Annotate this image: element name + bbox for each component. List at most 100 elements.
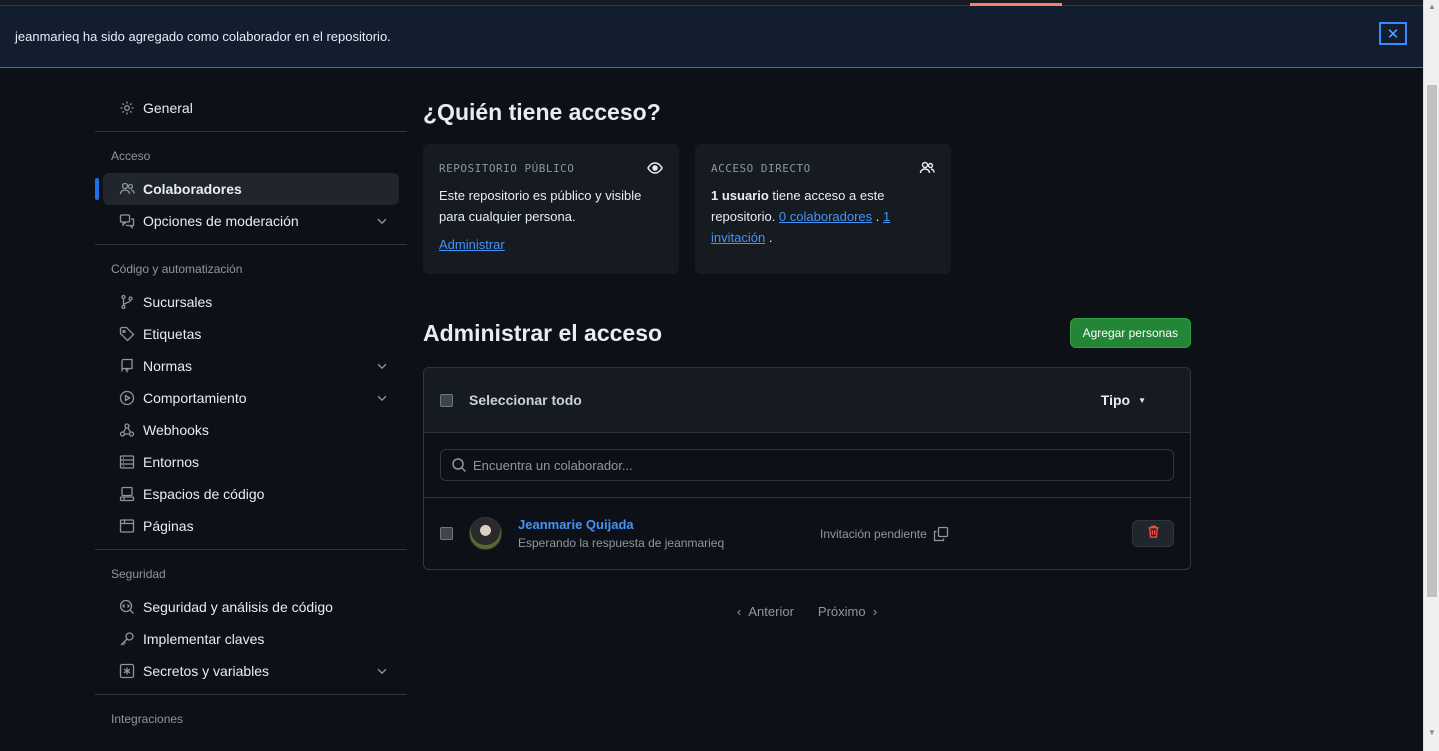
sidebar-divider	[95, 549, 407, 550]
people-icon	[919, 160, 935, 181]
sidebar-item-label: Entornos	[143, 454, 200, 470]
comment-discussion-icon	[119, 213, 135, 229]
gear-icon	[119, 100, 135, 116]
invitation-status-label: Invitación pendiente	[820, 526, 927, 541]
flash-banner: jeanmarieq ha sido agregado como colabor…	[0, 6, 1423, 68]
user-name-link[interactable]: Jeanmarie Quijada	[518, 517, 724, 532]
select-all-checkbox[interactable]	[440, 393, 453, 407]
asterisk-icon	[119, 663, 135, 679]
git-branch-icon	[119, 294, 135, 310]
copy-icon[interactable]	[933, 526, 949, 542]
sidebar-divider	[95, 694, 407, 695]
previous-page-button[interactable]: ‹ Anterior	[737, 604, 794, 619]
page-scrollbar[interactable]: ▲ ▼	[1423, 0, 1439, 751]
key-icon	[119, 631, 135, 647]
main-content: ¿Quién tiene acceso? REPOSITORIO PÚBLICO…	[423, 92, 1191, 619]
next-label: Próximo	[817, 604, 866, 619]
table-row: Jeanmarie Quijada Esperando la respuesta…	[424, 498, 1190, 569]
chevron-down-icon	[375, 664, 389, 681]
sidebar-item-moderacion[interactable]: Opciones de moderación	[103, 205, 399, 237]
collaborators-box: Seleccionar todo Tipo ▼ Jeanmarie Quijad…	[423, 367, 1191, 570]
avatar	[469, 517, 502, 550]
sidebar-divider	[95, 131, 407, 132]
sidebar-item-label: Espacios de código	[143, 486, 265, 502]
sidebar-item-label: Webhooks	[143, 422, 209, 438]
section-heading-acceso: Acceso	[111, 149, 151, 163]
search-row	[424, 433, 1190, 498]
remove-button[interactable]	[1132, 520, 1174, 547]
sidebar-item-webhooks[interactable]: Webhooks	[103, 414, 399, 446]
card-label: REPOSITORIO PÚBLICO	[439, 162, 575, 175]
server-icon	[119, 454, 135, 470]
add-people-button[interactable]: Agregar personas	[1069, 318, 1191, 348]
sidebar-item-label: Seguridad y análisis de código	[143, 599, 333, 615]
sidebar-item-seguridad-analisis[interactable]: Seguridad y análisis de código	[103, 591, 399, 623]
page-title: ¿Quién tiene acceso?	[423, 98, 661, 125]
manage-title: Administrar el acceso	[423, 319, 663, 346]
browser-icon	[119, 518, 135, 534]
sidebar-item-colaboradores[interactable]: Colaboradores	[95, 173, 399, 205]
sidebar-item-etiquetas[interactable]: Etiquetas	[103, 318, 399, 350]
pagination: ‹ Anterior Próximo ›	[423, 604, 1191, 619]
sidebar-item-label: Normas	[143, 358, 193, 374]
codespaces-icon	[119, 486, 135, 502]
sidebar-item-comportamiento[interactable]: Comportamiento	[103, 382, 399, 414]
scroll-down-icon[interactable]: ▼	[1428, 728, 1436, 737]
close-icon[interactable]: ✕	[1379, 22, 1407, 45]
webhook-icon	[119, 422, 135, 438]
type-filter-dropdown[interactable]: Tipo ▼	[1101, 392, 1146, 408]
sidebar-divider	[95, 244, 407, 245]
people-icon	[119, 181, 135, 197]
separator: .	[872, 209, 883, 224]
direct-access-card: ACCESO DIRECTO 1 usuario tiene acceso a …	[695, 144, 951, 274]
box-header: Seleccionar todo Tipo ▼	[424, 368, 1190, 433]
tag-icon	[119, 326, 135, 342]
search-field[interactable]	[440, 449, 1174, 481]
sidebar-item-label: Sucursales	[143, 294, 213, 310]
user-info: Jeanmarie Quijada Esperando la respuesta…	[518, 517, 724, 550]
access-cards: REPOSITORIO PÚBLICO Este repositorio es …	[423, 144, 1191, 274]
settings-sidebar: General Acceso Colaboradores Opciones de…	[95, 92, 407, 736]
card-text: Este repositorio es público y visible pa…	[439, 188, 642, 224]
chevron-down-icon	[375, 391, 389, 408]
sidebar-item-entornos[interactable]: Entornos	[103, 446, 399, 478]
chevron-down-icon	[375, 214, 389, 231]
sidebar-item-label: Implementar claves	[143, 631, 265, 647]
sidebar-item-sucursales[interactable]: Sucursales	[103, 286, 399, 318]
public-repo-card: REPOSITORIO PÚBLICO Este repositorio es …	[423, 144, 679, 274]
sidebar-item-label: Etiquetas	[143, 326, 202, 342]
search-input[interactable]	[473, 457, 1163, 473]
scroll-thumb[interactable]	[1427, 85, 1437, 597]
user-status: Esperando la respuesta de jeanmarieq	[518, 536, 725, 550]
manage-header: Administrar el acceso Agregar personas	[423, 318, 1191, 348]
sidebar-item-normas[interactable]: Normas	[103, 350, 399, 382]
collaborators-link[interactable]: 0 colaboradores	[779, 209, 872, 224]
sidebar-item-espacios[interactable]: Espacios de código	[103, 478, 399, 510]
scroll-up-icon[interactable]: ▲	[1428, 2, 1436, 11]
card-text-end: .	[765, 230, 773, 245]
sidebar-item-label: Comportamiento	[143, 390, 247, 406]
manage-link[interactable]: Administrar	[439, 237, 505, 252]
sidebar-item-general[interactable]: General	[103, 92, 399, 124]
user-count: 1 usuario	[711, 188, 769, 203]
caret-down-icon: ▼	[1138, 395, 1146, 405]
repo-push-icon	[119, 358, 135, 374]
sidebar-item-label: Opciones de moderación	[143, 213, 299, 229]
chevron-down-icon	[375, 359, 389, 376]
previous-label: Anterior	[748, 604, 794, 619]
card-text: 1 usuario tiene acceso a este repositori…	[711, 185, 935, 248]
sidebar-item-label: Secretos y variables	[143, 663, 270, 679]
section-heading-codigo: Código y automatización	[111, 262, 243, 276]
row-checkbox[interactable]	[440, 527, 453, 540]
sidebar-item-claves[interactable]: Implementar claves	[103, 623, 399, 655]
sidebar-item-secretos[interactable]: Secretos y variables	[103, 655, 399, 687]
sidebar-item-label: Colaboradores	[143, 181, 242, 197]
flash-message: jeanmarieq ha sido agregado como colabor…	[15, 29, 391, 44]
search-icon	[451, 457, 467, 473]
next-page-button[interactable]: Próximo ›	[818, 604, 877, 619]
trash-icon	[1146, 524, 1161, 544]
invitation-status: Invitación pendiente	[820, 526, 949, 542]
select-all-label: Seleccionar todo	[469, 392, 582, 408]
section-heading-integraciones: Integraciones	[111, 712, 184, 726]
sidebar-item-paginas[interactable]: Páginas	[103, 510, 399, 542]
